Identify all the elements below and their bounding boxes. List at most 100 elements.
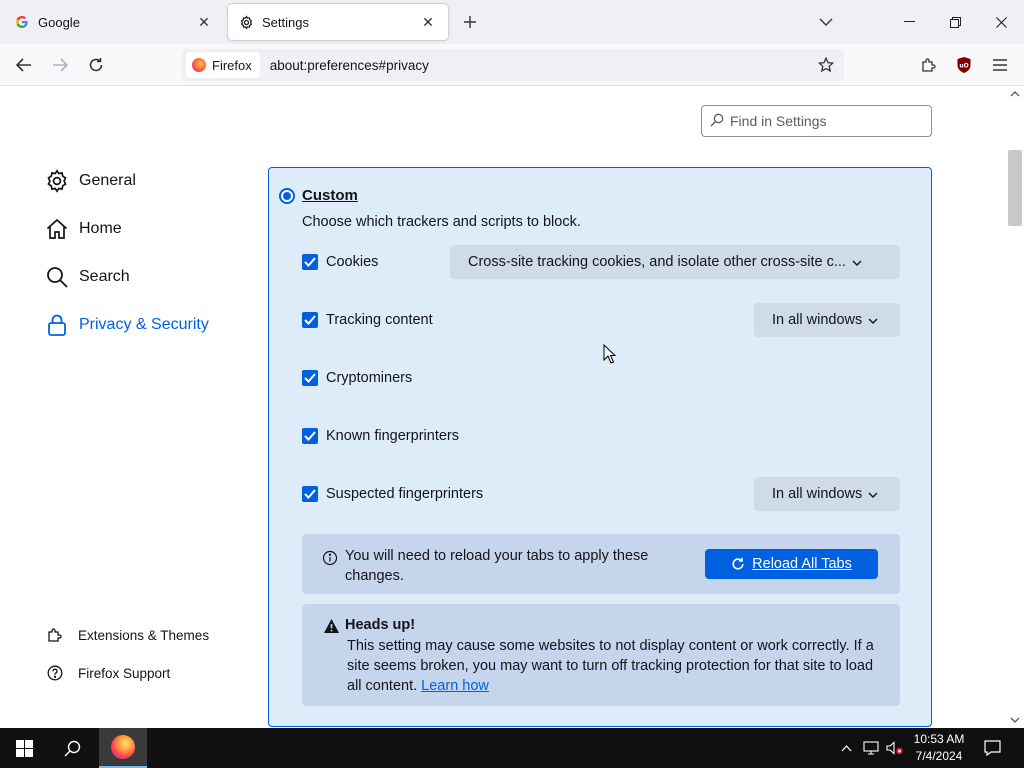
taskbar-clock[interactable]: 10:53 AM 7/4/2024 [906, 731, 972, 765]
category-label: Search [79, 268, 130, 285]
custom-label[interactable]: Custom [302, 187, 358, 204]
learn-how-link[interactable]: Learn how [421, 678, 489, 694]
known-fingerprinters-label: Known fingerprinters [326, 428, 459, 444]
warning-title: Heads up! [345, 617, 416, 633]
identity-box[interactable]: Firefox [186, 52, 260, 78]
svg-text:uO: uO [959, 63, 968, 70]
gear-icon [238, 14, 254, 30]
notification-center-icon[interactable] [980, 728, 1004, 768]
reload-button[interactable] [82, 51, 110, 79]
extensions-themes-link[interactable]: Extensions & Themes [46, 626, 209, 644]
list-all-tabs-chevron-icon[interactable] [814, 10, 838, 34]
category-label: General [79, 172, 136, 189]
category-privacy-security[interactable]: Privacy & Security [44, 312, 209, 338]
category-home[interactable]: Home [44, 216, 122, 242]
firefox-support-link[interactable]: Firefox Support [46, 664, 170, 682]
chevron-down-icon [868, 486, 878, 502]
lock-icon [44, 312, 70, 338]
back-button[interactable] [10, 51, 38, 79]
category-search[interactable]: Search [44, 264, 130, 290]
cryptominers-checkbox-row[interactable]: Cryptominers [302, 370, 412, 386]
network-icon[interactable] [860, 728, 882, 768]
reload-icon [731, 557, 745, 571]
checkbox-checked-icon[interactable] [302, 370, 318, 386]
volume-muted-icon[interactable] [884, 728, 906, 768]
info-icon [322, 550, 338, 566]
checkbox-checked-icon[interactable] [302, 254, 318, 270]
custom-radio[interactable] [279, 188, 295, 204]
suspected-fingerprinters-label: Suspected fingerprinters [326, 486, 484, 502]
heads-up-warning: Heads up! This setting may cause some we… [302, 604, 900, 706]
new-tab-button[interactable] [458, 10, 482, 34]
identity-label: Firefox [212, 57, 252, 73]
dropdown-value: In all windows [772, 312, 863, 328]
clock-date: 7/4/2024 [915, 749, 963, 763]
search-icon [710, 113, 724, 130]
chevron-down-icon [852, 254, 862, 270]
bookmark-star-icon[interactable] [814, 53, 838, 77]
tracking-content-dropdown[interactable]: In all windows [754, 303, 900, 337]
reload-button-label: Reload All Tabs [752, 556, 852, 572]
category-label: Privacy & Security [79, 316, 209, 333]
tab-title: Settings [262, 14, 309, 30]
chevron-down-icon [868, 312, 878, 328]
custom-protection-panel: Custom Choose which trackers and scripts… [268, 167, 932, 727]
hamburger-menu-icon[interactable] [986, 51, 1014, 79]
footer-link-label: Firefox Support [78, 665, 171, 681]
url-text[interactable]: about:preferences#privacy [270, 58, 429, 73]
tracking-content-label: Tracking content [326, 312, 433, 328]
google-g-icon [14, 14, 30, 30]
checkbox-checked-icon[interactable] [302, 312, 318, 328]
checkbox-checked-icon[interactable] [302, 428, 318, 444]
clock-time: 10:53 AM [913, 732, 965, 746]
tab-settings[interactable]: Settings ✕ [228, 4, 448, 40]
close-tab-icon[interactable]: ✕ [418, 12, 438, 32]
suspected-fingerprinters-dropdown[interactable]: In all windows [754, 477, 900, 511]
page-scrollbar[interactable] [1006, 86, 1024, 728]
puzzle-icon [46, 626, 64, 644]
suspected-fingerprinters-checkbox-row[interactable]: Suspected fingerprinters [302, 486, 483, 502]
scroll-down-arrow-icon[interactable] [1010, 715, 1020, 725]
custom-description: Choose which trackers and scripts to blo… [302, 214, 581, 230]
close-window-button[interactable] [978, 0, 1024, 44]
taskbar-firefox-button[interactable] [99, 728, 147, 768]
checkbox-checked-icon[interactable] [302, 486, 318, 502]
firefox-icon [111, 735, 135, 759]
windows-start-icon[interactable] [0, 728, 48, 768]
url-bar[interactable]: Firefox about:preferences#privacy [182, 49, 844, 81]
tab-google[interactable]: Google ✕ [4, 4, 224, 40]
reload-all-tabs-button[interactable]: Reload All Tabs [705, 549, 878, 579]
dropdown-value: In all windows [772, 486, 863, 502]
taskbar-search-icon[interactable] [48, 728, 96, 768]
home-icon [44, 216, 70, 242]
scroll-up-arrow-icon[interactable] [1010, 89, 1020, 99]
cookies-dropdown[interactable]: Cross-site tracking cookies, and isolate… [450, 245, 900, 279]
scrollbar-thumb[interactable] [1008, 150, 1022, 226]
close-tab-icon[interactable]: ✕ [194, 12, 214, 32]
tab-strip: Google ✕ Settings ✕ [0, 0, 1024, 44]
firefox-icon [192, 58, 206, 72]
category-general[interactable]: General [44, 168, 136, 194]
search-placeholder: Find in Settings [730, 113, 827, 129]
gear-icon [44, 168, 70, 194]
help-icon [46, 664, 64, 682]
forward-button[interactable] [46, 51, 74, 79]
dropdown-value: Cross-site tracking cookies, and isolate… [468, 254, 846, 270]
extensions-puzzle-icon[interactable] [915, 51, 943, 79]
find-in-settings-input[interactable]: Find in Settings [701, 105, 932, 137]
mouse-cursor-icon [603, 343, 617, 367]
windows-taskbar: 10:53 AM 7/4/2024 [0, 728, 1024, 768]
show-hidden-icons-chevron-icon[interactable] [836, 728, 856, 768]
magnifier-icon [44, 264, 70, 290]
minimize-button[interactable] [886, 0, 932, 44]
navigation-toolbar: Firefox about:preferences#privacy uO [0, 44, 1024, 86]
reload-message: You will need to reload your tabs to app… [345, 548, 649, 584]
known-fingerprinters-checkbox-row[interactable]: Known fingerprinters [302, 428, 459, 444]
cookies-checkbox-row[interactable]: Cookies [302, 254, 378, 270]
settings-page: Find in Settings General Home Search Pri… [0, 86, 1024, 728]
warning-body: This setting may cause some websites to … [347, 636, 887, 696]
tracking-content-checkbox-row[interactable]: Tracking content [302, 312, 433, 328]
reload-tabs-notice: You will need to reload your tabs to app… [302, 534, 900, 594]
restore-button[interactable] [932, 0, 978, 44]
ublock-origin-icon[interactable]: uO [950, 51, 978, 79]
